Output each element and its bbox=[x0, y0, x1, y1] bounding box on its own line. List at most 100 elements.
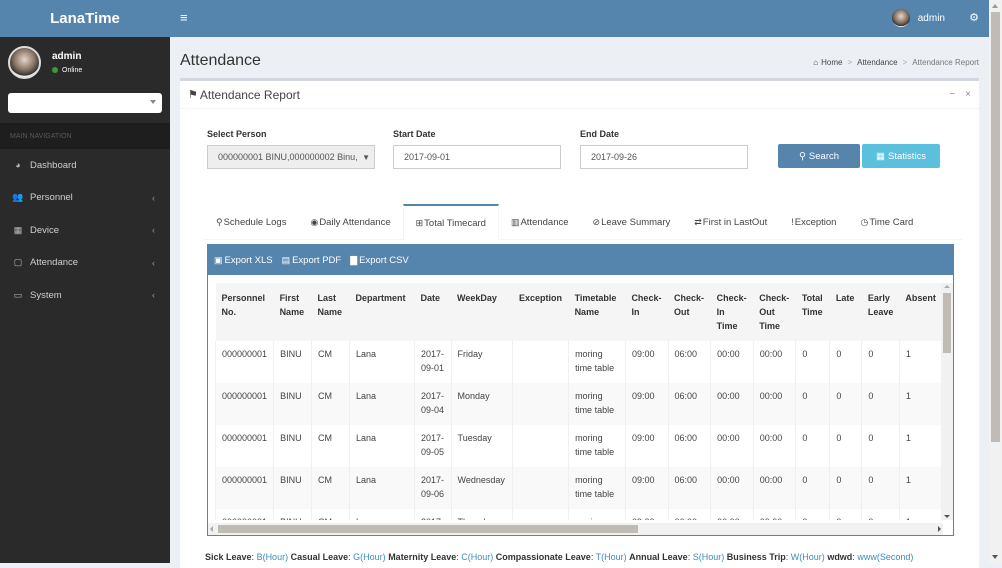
table-row[interactable]: 000000001BINUCMLana2017-Thursday moring09… bbox=[215, 509, 942, 520]
tab-first-in-lastout[interactable]: ⇄ First in LastOut bbox=[682, 204, 779, 240]
close-button[interactable]: × bbox=[965, 89, 971, 100]
tab-time-card[interactable]: ◷ Time Card bbox=[848, 204, 925, 240]
sidebar-item-attendance[interactable]: ▢ Attendance ‹ bbox=[0, 247, 170, 280]
legend-name: Casual Leave bbox=[290, 552, 349, 562]
person-select[interactable]: 000000001 BINU,000000002 Binu, ▼ bbox=[207, 145, 375, 169]
scroll-up-icon[interactable] bbox=[944, 285, 950, 288]
column-header[interactable]: Check-Out Time bbox=[753, 283, 796, 341]
table-row[interactable]: 000000001 BINU CM Lana 2017-09-06 Wednesday mo… bbox=[215, 467, 942, 509]
table-cell: 1 bbox=[898, 509, 942, 520]
avatar bbox=[891, 9, 910, 27]
menu-toggle-icon[interactable]: ≡ bbox=[180, 10, 188, 25]
tab-label: Exception bbox=[794, 216, 837, 228]
tab-icon: ⊘ bbox=[592, 216, 601, 227]
tab-exception[interactable]: ! Exception bbox=[779, 204, 848, 240]
table-cell: Lana bbox=[349, 509, 415, 520]
column-header[interactable]: Early Leave bbox=[861, 283, 900, 341]
sidebar-item-dashboard[interactable]: ◕ Dashboard bbox=[0, 149, 170, 182]
table-cell: Tuesday bbox=[450, 425, 513, 467]
sidebar-item-system[interactable]: ▭ System ‹ bbox=[0, 279, 170, 312]
user-menu[interactable]: admin bbox=[891, 9, 945, 27]
legend-code: W(Hour) bbox=[790, 552, 825, 562]
search-button[interactable]: ⚲ Search bbox=[778, 144, 860, 168]
scroll-down-icon[interactable] bbox=[944, 515, 950, 518]
timecard-table: Personnel No. First Name Last Name Departme… bbox=[215, 283, 942, 520]
column-header[interactable]: Check-In bbox=[625, 283, 669, 341]
breadcrumb-attendance[interactable]: Attendance bbox=[857, 58, 897, 67]
export-csv-button[interactable]: ▇ Export CSV bbox=[350, 255, 409, 266]
table-row[interactable]: 000000001 BINU CM Lana 2017-09-01 Friday morin… bbox=[215, 341, 942, 383]
column-header[interactable]: Timetable Name bbox=[568, 283, 626, 341]
column-header[interactable]: Personnel No. bbox=[215, 283, 274, 341]
sidebar-item-label: System bbox=[30, 289, 62, 301]
table-cell: 2017-09-05 bbox=[413, 425, 452, 467]
note-icon: ▢ bbox=[13, 257, 23, 268]
sidebar-item-device[interactable]: ▦ Device ‹ bbox=[0, 214, 170, 247]
tab-label: Leave Summary bbox=[601, 216, 671, 228]
table-cell: 06:00 bbox=[667, 341, 711, 383]
table-vertical-scrollbar[interactable] bbox=[941, 283, 953, 520]
minimize-button[interactable]: − bbox=[949, 89, 955, 100]
gears-icon[interactable]: ⚙ bbox=[969, 11, 979, 24]
scroll-thumb[interactable] bbox=[991, 12, 1000, 442]
table-row[interactable]: 000000001 BINU CM Lana 2017-09-05 Tuesday mori… bbox=[215, 425, 942, 467]
file-icon: ▇ bbox=[350, 254, 358, 265]
scroll-up-icon[interactable] bbox=[992, 4, 998, 8]
breadcrumb-separator: > bbox=[902, 58, 908, 67]
table-cell: Lana bbox=[349, 425, 415, 467]
column-header[interactable]: WeekDay bbox=[451, 283, 513, 341]
tab-icon: ⊞ bbox=[415, 217, 424, 228]
tab-icon: ! bbox=[791, 217, 794, 227]
table-cell: 0 bbox=[861, 341, 900, 383]
column-header[interactable]: Exception bbox=[512, 283, 569, 341]
legend-name: Sick Leave bbox=[205, 552, 252, 562]
column-header[interactable]: First Name bbox=[273, 283, 312, 341]
status-label: Online bbox=[62, 66, 83, 74]
column-header[interactable]: Department bbox=[349, 283, 415, 341]
column-header[interactable]: Check-In Time bbox=[710, 283, 754, 341]
end-date-input[interactable]: 2017-09-26 bbox=[580, 145, 748, 169]
scroll-left-icon[interactable] bbox=[210, 526, 213, 532]
page-scrollbar[interactable] bbox=[989, 0, 1002, 563]
table-cell: 06:00 bbox=[667, 509, 711, 520]
table-row[interactable]: 000000001 BINU CM Lana 2017-09-04 Monday morin… bbox=[215, 383, 942, 425]
sidebar: LanaTime admin Online MAIN NAVIGATION ◕ … bbox=[0, 0, 170, 563]
column-header[interactable]: Late bbox=[829, 283, 862, 341]
start-date-input[interactable]: 2017-09-01 bbox=[393, 145, 561, 169]
statistics-button[interactable]: ▦ Statistics bbox=[862, 144, 940, 168]
tab-label: Attendance bbox=[520, 216, 569, 228]
sidebar-select[interactable] bbox=[8, 93, 162, 113]
scroll-thumb[interactable] bbox=[943, 293, 951, 353]
table-cell: 00:00 bbox=[710, 467, 754, 509]
tab-leave-summary[interactable]: ⊘ Leave Summary bbox=[581, 204, 683, 240]
table-cell: 09:00 bbox=[624, 383, 669, 425]
breadcrumb-home[interactable]: Home bbox=[821, 58, 842, 67]
column-header[interactable]: Last Name bbox=[311, 283, 350, 341]
export-xls-button[interactable]: ▣ Export XLS bbox=[214, 255, 273, 266]
person-group: Select Person 000000001 BINU,000000002 B… bbox=[207, 129, 375, 169]
dashboard-icon: ◕ bbox=[15, 160, 21, 171]
column-header[interactable]: Date bbox=[414, 283, 452, 341]
table-cell: 0 bbox=[829, 509, 862, 520]
table-cell: BINU bbox=[273, 341, 312, 383]
column-header[interactable]: Total Time bbox=[795, 283, 830, 341]
app-logo[interactable]: LanaTime bbox=[0, 0, 170, 37]
tab-daily-attendance[interactable]: ◉ Daily Attendance bbox=[298, 204, 402, 240]
scroll-thumb[interactable] bbox=[218, 525, 638, 533]
tab-attendance[interactable]: ▥ Attendance bbox=[499, 204, 581, 240]
table-cell: 2017-09-01 bbox=[413, 341, 452, 383]
sidebar-item-personnel[interactable]: 👥 Personnel ‹ bbox=[0, 182, 170, 215]
file-icon: ▤ bbox=[281, 254, 291, 265]
column-header[interactable]: Check-Out bbox=[668, 283, 711, 341]
scroll-right-icon[interactable] bbox=[938, 526, 941, 532]
table-horizontal-scrollbar[interactable] bbox=[208, 523, 943, 535]
tab-label: Schedule Logs bbox=[223, 216, 287, 228]
tab-total-timecard[interactable]: ⊞ Total Timecard bbox=[402, 204, 499, 240]
column-header[interactable]: Absent bbox=[899, 283, 942, 341]
start-date-label: Start Date bbox=[393, 129, 436, 139]
statistics-button-label: Statistics bbox=[887, 150, 926, 162]
export-pdf-button[interactable]: ▤ Export PDF bbox=[282, 255, 342, 266]
scroll-down-icon[interactable] bbox=[992, 555, 998, 559]
table-cell bbox=[512, 509, 569, 520]
tab-schedule-logs[interactable]: ⚲ Schedule Logs bbox=[204, 204, 298, 240]
